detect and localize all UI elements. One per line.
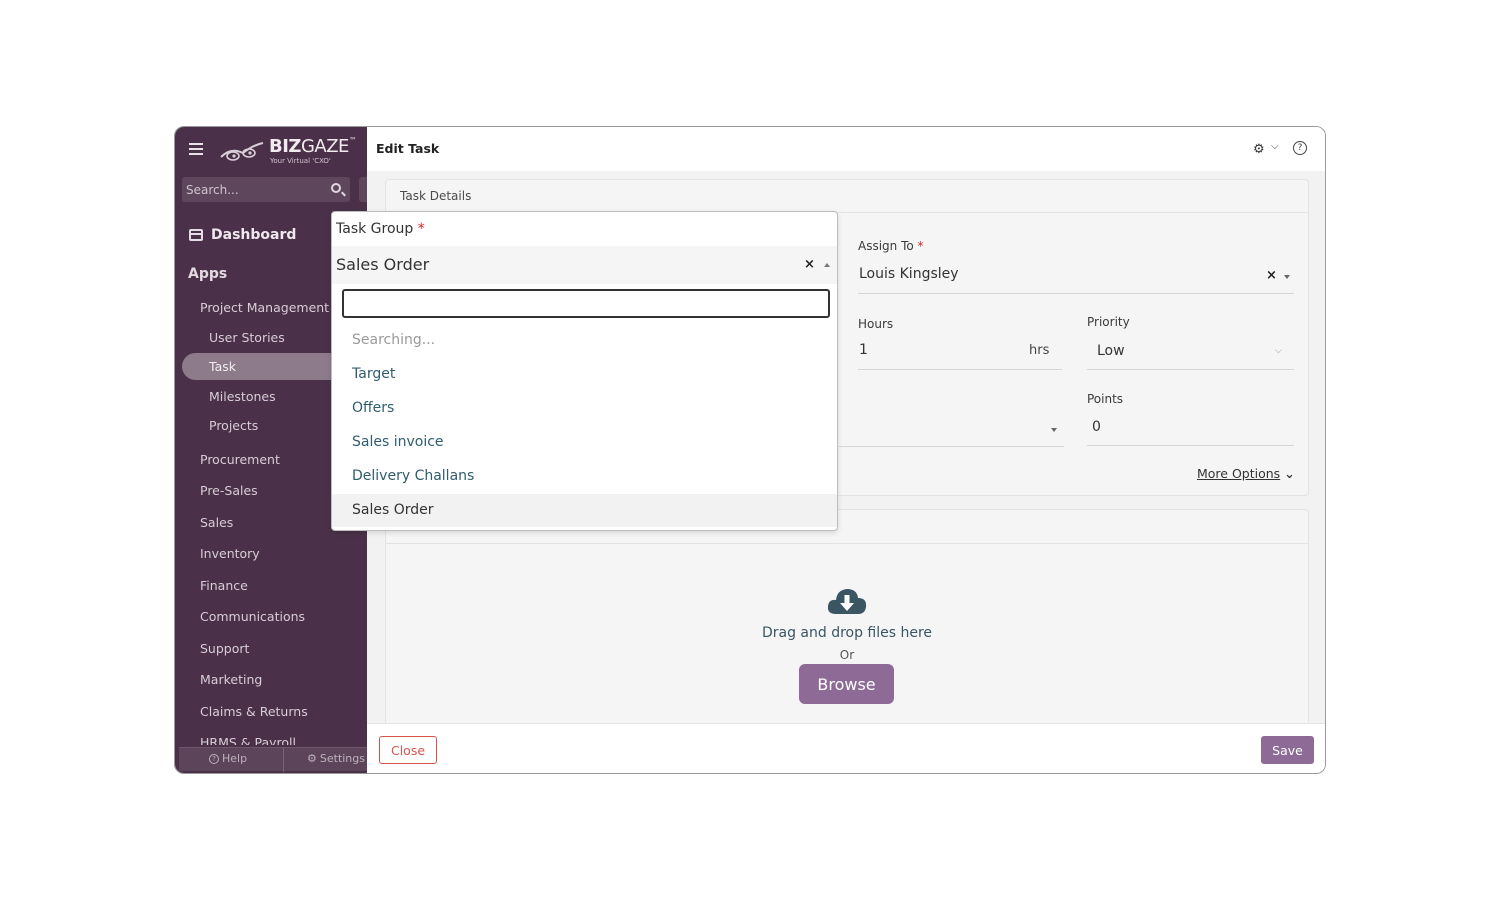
close-button[interactable]: Close xyxy=(379,736,437,764)
hours-input[interactable]: 1 hrs xyxy=(858,336,1062,370)
task-group-label: Task Group * xyxy=(336,221,425,237)
assign-to-label: Assign To * xyxy=(858,239,924,253)
caret-down-icon[interactable] xyxy=(1284,275,1290,279)
sidebar-item-dashboard[interactable]: Dashboard xyxy=(189,227,296,243)
dashboard-icon xyxy=(189,229,203,241)
sidebar-item-hrms-payroll[interactable]: HRMS & Payroll xyxy=(200,735,296,745)
search-icon[interactable] xyxy=(331,183,341,193)
logo-text: BIZGAZE™ xyxy=(269,136,357,157)
sidebar-apps-heading: Apps xyxy=(188,266,228,282)
sidebar-item-sales[interactable]: Sales xyxy=(200,515,233,530)
settings-icon: ⚙ xyxy=(307,752,317,765)
panel-header: Edit Task ⚙ ⌵ ? xyxy=(367,127,1325,171)
sidebar-item-project-management[interactable]: Project Management xyxy=(200,300,329,315)
priority-select[interactable]: Low ⌵ xyxy=(1087,336,1294,370)
drag-drop-text: Drag and drop files here xyxy=(761,625,933,641)
task-group-select[interactable]: Sales Order × xyxy=(332,246,837,284)
sidebar-item-label: Dashboard xyxy=(211,227,297,243)
settings-link[interactable]: ⚙ Settings xyxy=(307,752,365,765)
sidebar-item-finance[interactable]: Finance xyxy=(200,578,248,593)
dropdown-search xyxy=(342,289,830,318)
sidebar-item-support[interactable]: Support xyxy=(200,641,249,656)
save-button[interactable]: Save xyxy=(1261,736,1314,764)
priority-label: Priority xyxy=(1087,315,1130,329)
section-title: Task Details xyxy=(400,189,472,203)
hours-unit: hrs xyxy=(1029,343,1050,358)
hours-label: Hours xyxy=(858,317,894,331)
sidebar-footer: ? Help ⚙ Settings xyxy=(179,747,367,772)
sidebar-item-claims-returns[interactable]: Claims & Returns xyxy=(200,704,308,719)
page-title: Edit Task xyxy=(376,141,440,156)
dropdown-option[interactable]: Sales invoice xyxy=(332,426,837,459)
sidebar-item-communications[interactable]: Communications xyxy=(200,609,305,624)
help-icon: ? xyxy=(209,753,219,764)
clear-icon[interactable]: × xyxy=(804,257,815,272)
dropdown-option-highlighted[interactable]: Sales Order xyxy=(332,494,837,527)
more-options-link[interactable]: More Options ⌄ xyxy=(1197,466,1295,481)
sidebar-item-inventory[interactable]: Inventory xyxy=(200,546,260,561)
gear-icon[interactable]: ⚙ xyxy=(1253,142,1265,157)
chevron-down-icon: ⌄ xyxy=(1284,466,1295,481)
task-group-dropdown: Task Group * Sales Order × Searching... … xyxy=(331,211,838,531)
sidebar-item-milestones[interactable]: Milestones xyxy=(209,389,276,404)
task-field-select[interactable] xyxy=(839,413,1064,447)
sidebar-search-input[interactable] xyxy=(186,181,326,198)
bizgaze-logo-icon xyxy=(220,142,264,161)
points-input[interactable]: 0 xyxy=(1087,413,1294,446)
clear-icon[interactable]: × xyxy=(1266,268,1277,283)
help-link[interactable]: ? Help xyxy=(209,752,247,765)
caret-up-icon[interactable] xyxy=(824,263,830,267)
sidebar-item-user-stories[interactable]: User Stories xyxy=(209,330,285,345)
chevron-down-icon[interactable]: ⌵ xyxy=(1271,141,1279,152)
sidebar-collapse-tab[interactable] xyxy=(359,177,367,202)
assign-to-select[interactable]: Louis Kingsley × xyxy=(858,260,1294,294)
question-circle-icon[interactable]: ? xyxy=(1293,141,1307,155)
sidebar-item-marketing[interactable]: Marketing xyxy=(200,672,262,687)
or-text: Or xyxy=(839,648,855,662)
sidebar-search xyxy=(182,177,350,202)
sidebar-item-procurement[interactable]: Procurement xyxy=(200,452,280,467)
dropdown-option[interactable]: Target xyxy=(332,358,837,391)
sidebar-item-projects[interactable]: Projects xyxy=(209,418,258,433)
chevron-down-icon[interactable]: ⌵ xyxy=(1275,346,1282,356)
caret-down-icon[interactable] xyxy=(1051,428,1057,432)
hamburger-menu-icon[interactable] xyxy=(189,143,203,155)
sidebar-item-task[interactable]: Task xyxy=(209,359,236,374)
panel-footer: Close Save xyxy=(367,723,1325,773)
sidebar-item-pre-sales[interactable]: Pre-Sales xyxy=(200,483,258,498)
dropdown-option[interactable]: Delivery Challans xyxy=(332,460,837,493)
attachments-card: Drag and drop files here Or Browse xyxy=(385,509,1309,729)
points-label: Points xyxy=(1087,392,1124,406)
cloud-download-icon xyxy=(827,589,867,614)
searching-status: Searching... xyxy=(352,332,436,348)
browse-button[interactable]: Browse xyxy=(799,664,894,704)
logo-tagline: Your Virtual 'CXO' xyxy=(270,157,331,165)
dropdown-search-input[interactable] xyxy=(344,291,828,316)
dropdown-option[interactable]: Offers xyxy=(332,392,837,425)
